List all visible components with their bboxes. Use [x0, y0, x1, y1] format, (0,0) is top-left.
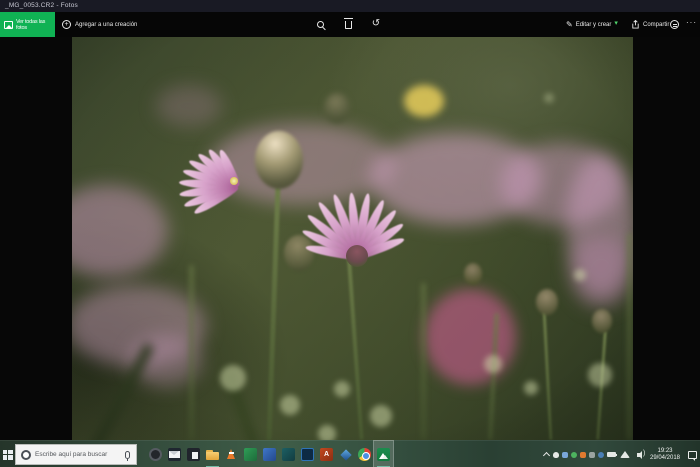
taskbar-item-mail[interactable] — [165, 441, 184, 467]
search-input[interactable] — [35, 451, 125, 458]
taskbar-search[interactable] — [15, 444, 137, 465]
add-to-creation-button[interactable]: + Agregar a una creación — [62, 12, 137, 37]
plus-circle-icon: + — [62, 20, 71, 29]
delete-button[interactable] — [340, 16, 356, 32]
chrome-icon — [358, 448, 371, 461]
photos-app-window: _MG_0053.CR2 - Fotos Ver todas las fotos… — [0, 0, 700, 467]
taskbar-clock[interactable]: 19:23 29/04/2018 — [646, 441, 684, 467]
photos-collection-icon — [4, 21, 13, 29]
photos-app-icon — [377, 448, 390, 461]
cortana-icon — [21, 450, 31, 460]
taskbar-item-photoshop[interactable] — [298, 441, 317, 467]
network-indicator[interactable] — [618, 441, 631, 467]
taskbar-item-file-explorer[interactable] — [203, 441, 222, 467]
share-label: Compartir — [643, 22, 669, 28]
battery-indicator[interactable] — [605, 441, 618, 467]
start-button[interactable] — [0, 441, 15, 467]
window-title: _MG_0053.CR2 - Fotos — [5, 2, 78, 9]
cloud-icon — [553, 452, 559, 458]
clock-time: 19:23 — [657, 448, 672, 455]
illustrator-icon: A — [320, 448, 333, 461]
notes-app-icon — [187, 448, 200, 461]
taskbar-item-photos-active[interactable] — [374, 441, 393, 467]
hidden-icons-button[interactable] — [542, 441, 551, 467]
photo-viewer — [0, 37, 700, 440]
gray-status-icon — [589, 452, 595, 458]
taskbar-item-cortana-circle[interactable] — [146, 441, 165, 467]
wifi-icon — [620, 451, 630, 458]
action-center-icon — [688, 451, 697, 459]
photo-vignette — [72, 37, 633, 440]
add-creation-label: Agregar a una creación — [75, 22, 137, 28]
diamond-app-icon — [339, 448, 352, 461]
chevron-up-icon — [543, 452, 550, 459]
share-button[interactable]: Compartir — [631, 12, 669, 37]
photoshop-icon — [301, 448, 314, 461]
tray-cloud[interactable] — [551, 441, 560, 467]
excel-icon — [244, 448, 257, 461]
tray-orange-status[interactable] — [578, 441, 587, 467]
cortana-circle-icon — [149, 448, 162, 461]
rotate-icon: ↺ — [372, 19, 380, 29]
clock-date: 29/04/2018 — [650, 455, 680, 462]
system-tray: 19:23 29/04/2018 — [542, 441, 700, 467]
magnifier-icon — [317, 21, 324, 28]
mail-icon — [168, 448, 181, 461]
zoom-button[interactable] — [312, 16, 328, 32]
tray-green-status[interactable] — [569, 441, 578, 467]
battery-icon — [607, 452, 616, 457]
taskbar-item-teal-app[interactable] — [279, 441, 298, 467]
edit-create-label: Editar y crear — [576, 22, 612, 28]
tray-blue-status[interactable] — [596, 441, 605, 467]
tray-shield[interactable] — [560, 441, 569, 467]
tray-gray-status[interactable] — [587, 441, 596, 467]
shield-icon — [562, 452, 568, 458]
chevron-down-icon: ▾ — [614, 21, 618, 27]
volume-icon — [637, 453, 640, 457]
view-all-photos-button[interactable]: Ver todas las fotos — [0, 12, 55, 37]
edit-pencil-icon: ✎ — [566, 20, 573, 30]
share-icon — [631, 20, 640, 29]
windows-taskbar: A 19:23 29/04/2018 — [0, 440, 700, 467]
rotate-button[interactable]: ↺ — [368, 16, 384, 32]
see-more-button[interactable]: ··· — [686, 18, 697, 27]
orange-status-icon — [580, 452, 586, 458]
print-icon[interactable] — [670, 20, 679, 29]
vlc-icon — [225, 448, 238, 461]
word-icon — [263, 448, 276, 461]
taskbar-item-notes[interactable] — [184, 441, 203, 467]
taskbar-item-illustrator[interactable]: A — [317, 441, 336, 467]
taskbar-item-excel[interactable] — [241, 441, 260, 467]
microphone-icon — [125, 451, 130, 459]
windows-logo-icon — [3, 450, 13, 460]
blue-status-icon — [598, 452, 604, 458]
taskbar-item-chrome[interactable] — [355, 441, 374, 467]
view-all-label: Ver todas las fotos — [16, 19, 55, 31]
file-explorer-icon — [206, 448, 219, 461]
action-center-button[interactable] — [684, 441, 700, 467]
green-status-icon — [571, 452, 577, 458]
taskbar-app-icons: A — [146, 441, 393, 467]
edit-and-create-button[interactable]: ✎ Editar y crear ▾ — [566, 12, 618, 37]
app-toolbar: Ver todas las fotos + Agregar a una crea… — [0, 12, 700, 37]
taskbar-item-word[interactable] — [260, 441, 279, 467]
photo-canvas[interactable] — [72, 37, 633, 440]
taskbar-item-diamond-app[interactable] — [336, 441, 355, 467]
title-bar: _MG_0053.CR2 - Fotos — [0, 0, 700, 12]
volume-indicator[interactable] — [631, 441, 646, 467]
trash-icon — [345, 21, 352, 29]
teal-app-icon — [282, 448, 295, 461]
taskbar-item-vlc[interactable] — [222, 441, 241, 467]
